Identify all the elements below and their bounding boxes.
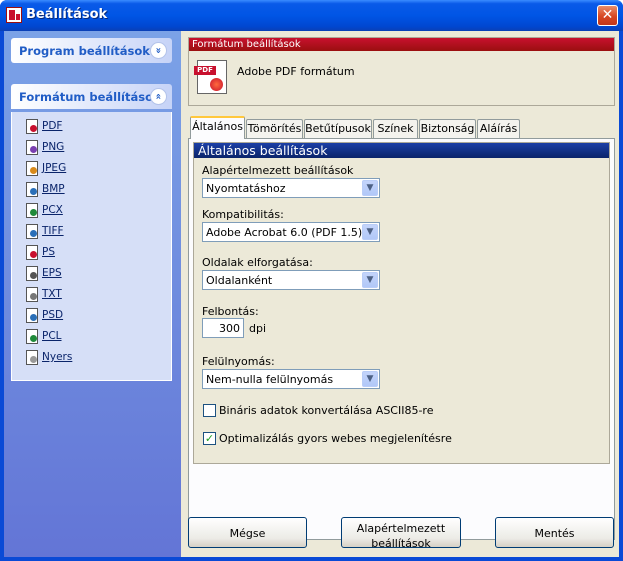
- pdf-file-icon: [26, 119, 38, 134]
- app-icon: [6, 7, 22, 23]
- compatibility-label: Kompatibilitás:: [202, 208, 284, 221]
- tab-fonts[interactable]: Betűtípusok: [304, 119, 372, 138]
- format-item-raw[interactable]: Nyers: [26, 350, 146, 366]
- overprint-dropdown[interactable]: Nem-nulla felülnyomás ▼: [202, 369, 380, 389]
- format-name: Adobe PDF formátum: [237, 65, 355, 78]
- format-item-txt[interactable]: TXT: [26, 287, 146, 303]
- dropdown-arrow-icon[interactable]: ▼: [362, 371, 378, 387]
- ascii85-checkbox[interactable]: [203, 404, 216, 417]
- format-item-png[interactable]: PNG: [26, 140, 146, 156]
- format-item-ps[interactable]: PS: [26, 245, 146, 261]
- bmp-file-icon: [26, 182, 38, 197]
- png-file-icon: [26, 140, 38, 155]
- close-button[interactable]: ✕: [597, 5, 618, 26]
- dropdown-arrow-icon[interactable]: ▼: [362, 224, 378, 240]
- format-item-psd[interactable]: PSD: [26, 308, 146, 324]
- raw-file-icon: [26, 350, 38, 365]
- ps-file-icon: [26, 245, 38, 260]
- format-settings-title: Formátum beállítások: [19, 90, 161, 104]
- tiff-file-icon: [26, 224, 38, 239]
- tab-signature[interactable]: Aláírás: [477, 119, 520, 138]
- preset-dropdown[interactable]: Nyomtatáshoz ▼: [202, 178, 380, 198]
- compatibility-dropdown[interactable]: Adobe Acrobat 6.0 (PDF 1.5) ▼: [202, 222, 380, 242]
- format-item-eps[interactable]: EPS: [26, 266, 146, 282]
- psd-file-icon: [26, 308, 38, 323]
- dropdown-arrow-icon[interactable]: ▼: [362, 272, 378, 288]
- resolution-unit: dpi: [249, 322, 267, 335]
- format-item-pcl[interactable]: PCL: [26, 329, 146, 345]
- tab-colors[interactable]: Színek: [373, 119, 418, 138]
- format-header: Formátum beállítások PDF Adobe PDF formá…: [188, 37, 615, 106]
- optimize-web-label[interactable]: Optimalizálás gyors webes megjelenítésre: [219, 432, 452, 445]
- format-item-bmp[interactable]: BMP: [26, 182, 146, 198]
- close-icon: ✕: [601, 7, 614, 23]
- tab-compression[interactable]: Tömörítés: [246, 119, 303, 138]
- txt-file-icon: [26, 287, 38, 302]
- resolution-label: Felbontás:: [202, 305, 259, 318]
- jpeg-file-icon: [26, 161, 38, 176]
- pdf-document-icon: PDF: [194, 60, 227, 94]
- ascii85-label[interactable]: Bináris adatok konvertálása ASCII85-re: [219, 404, 433, 417]
- tab-general[interactable]: Általános: [190, 116, 245, 139]
- app-window: Beállítások ✕ Program beállítások » Form…: [0, 0, 623, 561]
- title-bar[interactable]: Beállítások ✕: [0, 0, 623, 31]
- general-settings-group: Általános beállítások Alapértelmezett be…: [193, 142, 610, 464]
- expand-chevron-icon[interactable]: »: [150, 42, 167, 59]
- format-item-pdf[interactable]: PDF: [26, 119, 146, 135]
- window-title: Beállítások: [26, 7, 108, 22]
- rotation-label: Oldalak elforgatása:: [202, 256, 313, 269]
- rotation-dropdown[interactable]: Oldalanként ▼: [202, 270, 380, 290]
- save-button[interactable]: Mentés: [495, 517, 614, 548]
- pcl-file-icon: [26, 329, 38, 344]
- format-item-pcx[interactable]: PCX: [26, 203, 146, 219]
- restore-defaults-button[interactable]: Alapértelmezett beállítások: [341, 517, 461, 550]
- collapse-chevron-icon[interactable]: «: [150, 88, 167, 105]
- format-list: PDF PNG JPEG BMP PCX TIFF PS EPS TXT PSD…: [11, 112, 172, 381]
- format-item-jpeg[interactable]: JPEG: [26, 161, 146, 177]
- optimize-web-checkbox[interactable]: ✓: [203, 432, 216, 445]
- format-header-title: Formátum beállítások: [189, 38, 614, 51]
- format-settings-panel-header[interactable]: Formátum beállítások «: [11, 84, 172, 109]
- group-title: Általános beállítások: [194, 143, 609, 158]
- format-item-tiff[interactable]: TIFF: [26, 224, 146, 240]
- tab-security[interactable]: Biztonság: [419, 119, 476, 138]
- cancel-button[interactable]: Mégse: [188, 517, 307, 548]
- program-settings-title: Program beállítások: [19, 44, 150, 58]
- pcx-file-icon: [26, 203, 38, 218]
- general-tab-page: Általános beállítások Alapértelmezett be…: [188, 138, 615, 540]
- dialog-client-area: Program beállítások » Formátum beállítás…: [4, 31, 619, 557]
- dropdown-arrow-icon[interactable]: ▼: [362, 180, 378, 196]
- eps-file-icon: [26, 266, 38, 281]
- overprint-label: Felülnyomás:: [202, 355, 275, 368]
- sidebar: Program beállítások » Formátum beállítás…: [4, 31, 181, 557]
- program-settings-panel-header[interactable]: Program beállítások »: [11, 38, 172, 63]
- resolution-input[interactable]: 300: [202, 318, 244, 338]
- preset-label: Alapértelmezett beállítások: [202, 164, 354, 177]
